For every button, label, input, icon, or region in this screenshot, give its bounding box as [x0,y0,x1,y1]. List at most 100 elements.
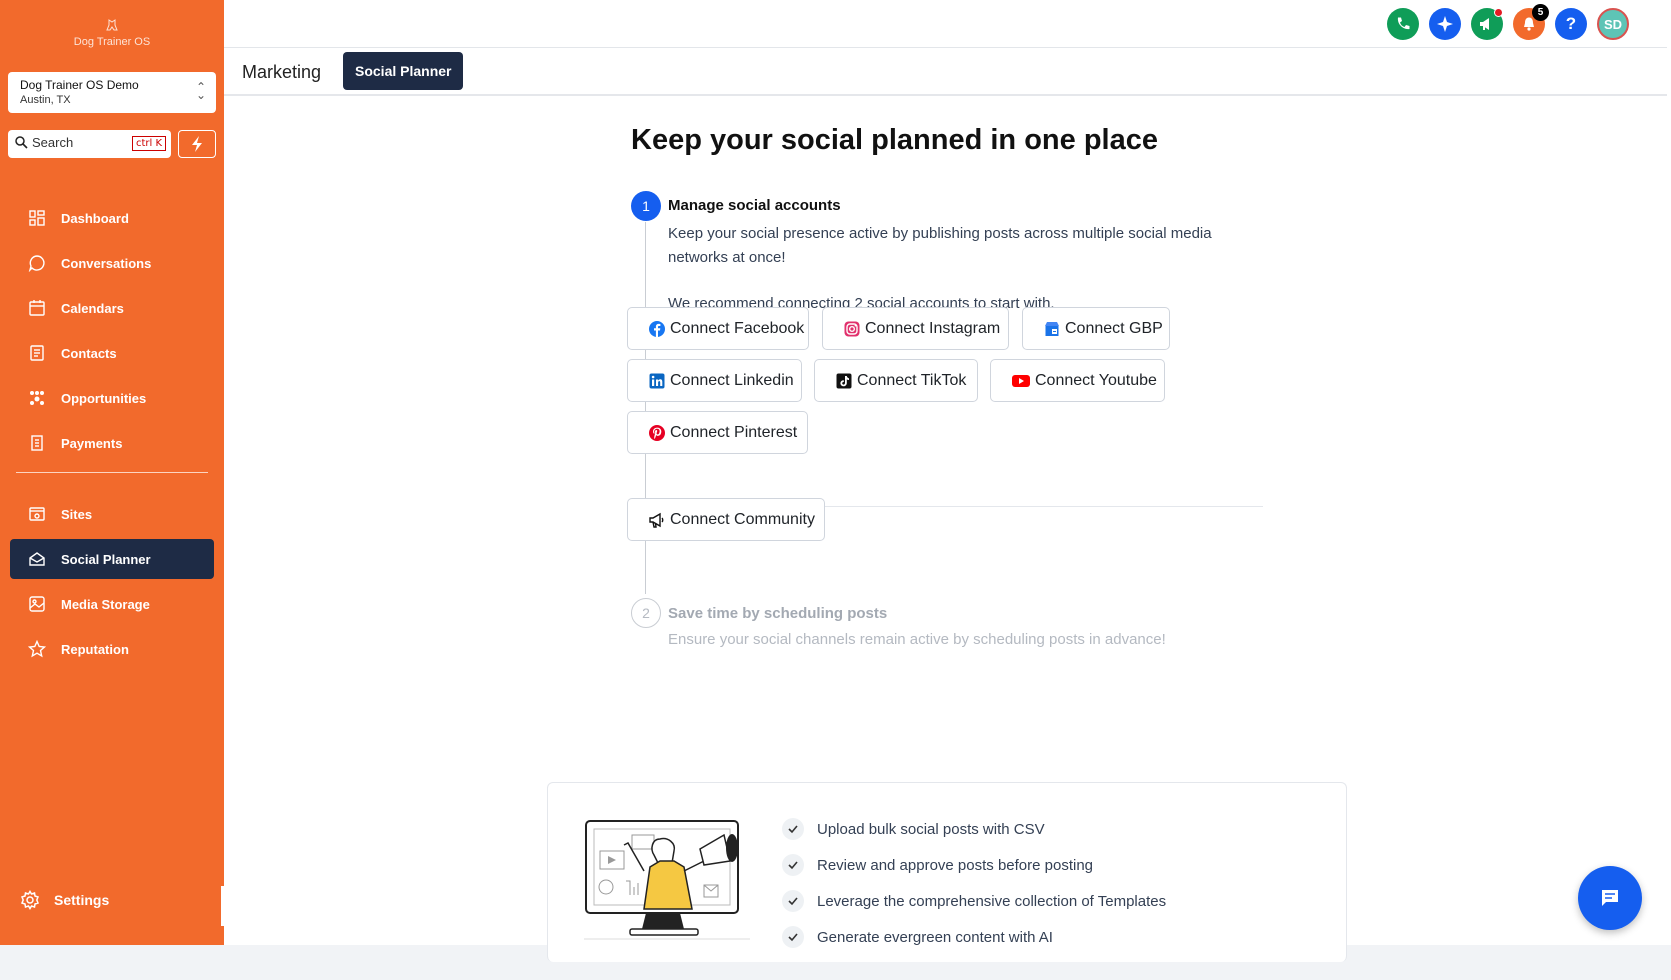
search-label: Search [32,135,74,150]
check-icon [782,854,804,876]
connect-youtube-button[interactable]: Connect Youtube [990,359,1165,402]
phone-button[interactable] [1387,8,1419,40]
brand-logo[interactable]: Dog Trainer OS [0,18,224,48]
chevron-up-down-icon: ⌃ ⌄ [195,80,206,102]
step-2-indicator: 2 [631,598,661,628]
sidebar-item-settings[interactable]: Settings [20,890,109,910]
step-1-title: Manage social accounts [668,197,841,214]
facebook-icon [648,320,666,338]
search-icon [15,136,28,149]
sidebar-item-sites[interactable]: Sites [10,494,214,534]
help-button[interactable]: ? [1555,8,1587,40]
features-list: Upload bulk social posts with CSV Review… [782,811,1166,955]
avatar[interactable]: SD [1597,8,1629,40]
page-section-title: Marketing [242,62,322,82]
connect-linkedin-button[interactable]: Connect Linkedin [627,359,802,402]
connect-instagram-label: Connect Instagram [865,319,1001,337]
social-planner-icon [28,550,46,568]
social-marketing-illustration [584,815,750,943]
connect-facebook-button[interactable]: Connect Facebook [627,307,809,350]
sidebar-item-label: Calendars [61,300,124,316]
connect-pinterest-button[interactable]: Connect Pinterest [627,411,808,454]
location-name: Dog Trainer OS Demo [20,78,139,92]
sidebar-item-opportunities[interactable]: Opportunities [10,378,214,418]
step-2-title: Save time by scheduling posts [668,605,888,622]
connect-community-button[interactable]: Connect Community [627,498,825,541]
instagram-icon [843,320,861,338]
sidebar-item-reputation[interactable]: Reputation [10,629,214,669]
google-business-icon [1043,320,1061,338]
list-item: Upload bulk social posts with CSV [782,811,1166,847]
secondary-nav: Sites Social Planner Media Storage Reput… [10,494,214,674]
sparkle-icon [1437,16,1453,32]
sidebar-item-label: Opportunities [61,390,147,406]
contacts-icon [28,344,46,362]
sidebar-item-label: Dashboard [61,210,129,226]
check-icon [782,890,804,912]
calendar-icon [28,299,46,317]
connect-tiktok-button[interactable]: Connect TikTok [814,359,978,402]
sidebar-item-label: Media Storage [61,596,150,612]
notifications-count: 5 [1532,4,1549,21]
phone-icon [1397,17,1410,30]
feature-text: Upload bulk social posts with CSV [817,820,1045,838]
features-card: Upload bulk social posts with CSV Review… [547,782,1347,962]
chat-bubble-icon [1602,890,1618,906]
sidebar-item-label: Reputation [61,641,129,657]
brand-name: Dog Trainer OS [73,36,151,48]
sub-header: Marketing Social Planner [224,48,1671,96]
sidebar-item-conversations[interactable]: Conversations [10,243,214,283]
feature-text: Generate evergreen content with AI [817,928,1053,946]
settings-label: Settings [54,892,110,908]
notifications-button[interactable]: 5 [1513,4,1549,40]
media-icon [28,595,46,613]
step-1-indicator: 1 [631,191,661,221]
bolt-icon [192,136,202,152]
page-title: Keep your social planned in one place [631,124,1158,156]
tab-social-planner[interactable]: Social Planner [343,52,464,90]
primary-nav: Dashboard Conversations Calendars Contac… [10,198,214,468]
sidebar-item-label: Conversations [61,255,152,271]
payments-icon [28,434,46,452]
dashboard-icon [28,209,46,227]
ai-assistant-button[interactable] [1429,8,1461,40]
location-switcher[interactable]: Dog Trainer OS Demo Austin, TX ⌃ ⌄ [8,72,216,113]
top-actions: 5 ? SD [1387,4,1629,40]
chat-icon [28,254,46,272]
linkedin-icon [648,372,666,390]
sites-icon [28,505,46,523]
connect-linkedin-label: Connect Linkedin [670,371,794,389]
connect-gbp-button[interactable]: Connect GBP [1022,307,1170,350]
connect-gbp-label: Connect GBP [1065,319,1163,337]
pinterest-icon [648,424,666,442]
gear-icon [20,890,40,910]
sidebar-item-contacts[interactable]: Contacts [10,333,214,373]
sidebar-item-calendars[interactable]: Calendars [10,288,214,328]
sidebar-item-payments[interactable]: Payments [10,423,214,463]
check-icon [782,926,804,948]
sidebar-item-social-planner[interactable]: Social Planner [10,539,214,579]
community-megaphone-icon [648,511,666,529]
help-icon: ? [1565,14,1577,33]
opportunities-icon [28,389,46,407]
step-1-description: Keep your social presence active by publ… [668,225,1212,266]
list-item: Review and approve posts before posting [782,847,1166,883]
youtube-icon [1011,372,1031,390]
quick-actions-button[interactable] [178,130,216,158]
megaphone-icon [1480,18,1489,30]
sidebar-item-dashboard[interactable]: Dashboard [10,198,214,238]
scrollbar[interactable] [1667,0,1671,945]
feature-text: Review and approve posts before posting [817,856,1094,874]
search-shortcut: ctrl K [131,136,166,151]
tiktok-icon [835,372,853,390]
search-input[interactable]: Search ctrl K [8,130,171,158]
announcements-button[interactable] [1471,8,1503,40]
sidebar-item-media-storage[interactable]: Media Storage [10,584,214,624]
chat-widget-button[interactable] [1578,866,1642,930]
connect-instagram-button[interactable]: Connect Instagram [822,307,1009,350]
sidebar-divider [16,472,208,473]
avatar-initials: SD [1603,16,1623,32]
connect-youtube-label: Connect Youtube [1035,371,1157,389]
connect-pinterest-label: Connect Pinterest [670,423,798,441]
connect-facebook-label: Connect Facebook [670,319,805,337]
